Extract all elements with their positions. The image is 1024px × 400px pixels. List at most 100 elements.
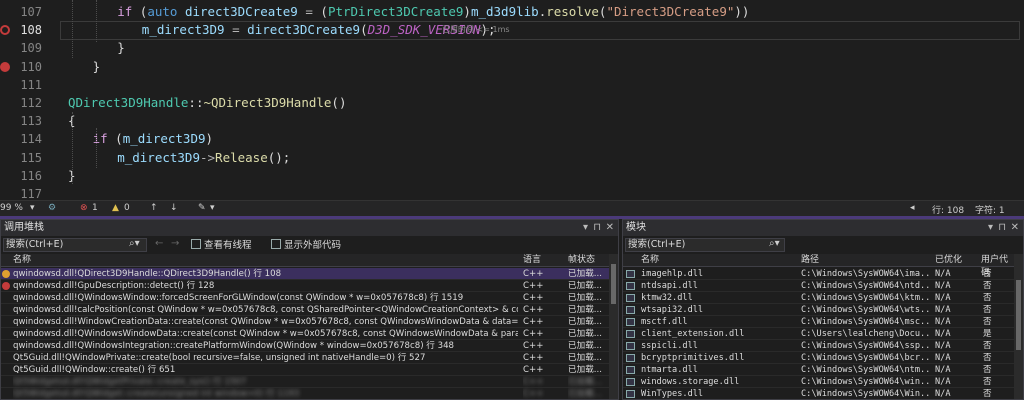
code-line[interactable]: 113{ [0, 112, 1024, 130]
code-editor[interactable]: 107 if (auto direct3DCreate9 = (PtrDirect… [0, 0, 1024, 200]
call-stack-row[interactable]: Qt5Widgetsd.dll!QWidget::create(unsigned… [1, 388, 609, 399]
module-row[interactable]: ntmarta.dll C:\Windows\SysWOW64\ntm... N/A… [623, 364, 1014, 376]
zoom-dropdown-icon[interactable]: ▾ [30, 203, 35, 213]
line-number[interactable]: 116 [0, 167, 42, 185]
code-text[interactable]: QDirect3D9Handle::~QDirect3D9Handle() [68, 94, 346, 112]
brush-dropdown-icon[interactable]: ▾ [210, 203, 215, 213]
show-external-code-button[interactable]: 显示外部代码 [271, 239, 341, 252]
col-name[interactable]: 名称 [641, 254, 659, 267]
modules-search-input[interactable]: 搜索(Ctrl+E) [625, 238, 785, 252]
code-text[interactable]: m_direct3D9->Release(); [117, 149, 290, 167]
call-stack-scrollbar[interactable] [609, 254, 618, 399]
brush-icon[interactable]: ✎ [198, 203, 206, 213]
code-token: = [224, 22, 248, 38]
cell-name: client_extension.dll [641, 329, 745, 339]
code-text[interactable]: } [117, 39, 125, 57]
code-text[interactable]: if (auto direct3DCreate9 = (PtrDirect3DC… [117, 3, 749, 21]
line-number[interactable]: 109 [0, 39, 42, 57]
pin-icon[interactable]: ⊓ [998, 220, 1006, 236]
dropdown-icon[interactable]: ▾ [583, 220, 588, 236]
code-line[interactable]: 110} [0, 58, 1024, 76]
cell-user: 否 [983, 269, 992, 279]
external-code-icon [271, 239, 281, 249]
error-icon[interactable]: ⊗ [80, 203, 88, 213]
close-icon[interactable]: ✕ [606, 220, 614, 236]
call-stack-row[interactable]: qwindowsd.dll!GpuDescription::detect() 行… [1, 280, 609, 292]
nav-down-icon[interactable]: ↓ [170, 203, 178, 213]
code-line[interactable]: 111 [0, 76, 1024, 94]
forward-arrow-icon[interactable]: → [171, 238, 179, 249]
col-frame-state[interactable]: 帧状态 [568, 254, 595, 267]
module-row[interactable]: sspicli.dll C:\Windows\SysWOW64\ssp... N/A… [623, 340, 1014, 352]
module-icon [626, 354, 635, 362]
call-stack-row[interactable]: Qt5Guid.dll!QWindowPrivate::create(bool … [1, 352, 609, 364]
col-language[interactable]: 语言 [523, 254, 541, 267]
code-line[interactable]: 114 if (m_direct3D9) [0, 130, 1024, 148]
line-number[interactable]: 113 [0, 112, 42, 130]
code-text[interactable]: } [93, 58, 101, 76]
cell-state: 已加载... [568, 281, 602, 291]
module-row[interactable]: ntdsapi.dll C:\Windows\SysWOW64\ntd... N/A… [623, 280, 1014, 292]
nav-up-icon[interactable]: ↑ [150, 203, 158, 213]
code-line[interactable]: 108 m_direct3D9 = direct3DCreate9(D3D_SDK… [0, 21, 1024, 39]
cell-name: qwindowsd.dll!QDirect3D9Handle::QDirect3… [13, 269, 282, 279]
code-text[interactable]: if (m_direct3D9) [93, 130, 213, 148]
cell-opt: N/A [935, 269, 951, 279]
call-stack-search-input[interactable]: 搜索(Ctrl+E) [3, 238, 147, 252]
call-stack-row[interactable]: qwindowsd.dll!QDirect3D9Handle::QDirect3… [1, 268, 609, 280]
back-arrow-icon[interactable]: ← [155, 238, 163, 249]
module-row[interactable]: wtsapi32.dll C:\Windows\SysWOW64\wts... N/… [623, 304, 1014, 316]
module-row[interactable]: imagehlp.dll C:\Windows\SysWOW64\ima... N/… [623, 268, 1014, 280]
line-number[interactable]: 114 [0, 130, 42, 148]
module-row[interactable]: WinTypes.dll C:\Windows\SysWOW64\Win... N/… [623, 388, 1014, 399]
cell-user: 否 [983, 389, 992, 399]
search-icon[interactable]: ⌕▾ [769, 238, 780, 249]
code-token: direct3DCreate9 [184, 4, 298, 19]
col-optimized[interactable]: 已优化 [935, 254, 962, 267]
modules-scrollbar[interactable] [1014, 254, 1023, 399]
code-line[interactable]: 107 if (auto direct3DCreate9 = (PtrDirect… [0, 3, 1024, 21]
code-line[interactable]: 112 QDirect3D9Handle::~QDirect3D9Handle() [0, 94, 1024, 112]
line-number[interactable]: 112 [0, 94, 42, 112]
module-icon [626, 294, 635, 302]
close-icon[interactable]: ✕ [1011, 220, 1019, 236]
intellicode-icon[interactable]: ⚙ [48, 203, 56, 213]
line-number[interactable]: 117 [0, 185, 42, 200]
call-stack-row[interactable]: qwindowsd.dll!QWindowsWindow::forcedScre… [1, 292, 609, 304]
cell-opt: N/A [935, 281, 951, 291]
zoom-level[interactable]: 99 % [0, 203, 23, 213]
call-stack-row[interactable]: qwindowsd.dll!calcPosition(const QWindow… [1, 304, 609, 316]
call-stack-row[interactable]: qwindowsd.dll!WindowCreationData::create… [1, 316, 609, 328]
call-stack-row[interactable]: Qt5Guid.dll!QWindow::create() 行 651 C++ 已加… [1, 364, 609, 376]
breakpoint-icon[interactable] [0, 61, 10, 72]
call-stack-row[interactable]: qwindowsd.dll!QWindowsWindowData::create… [1, 328, 609, 340]
col-path[interactable]: 路径 [801, 254, 819, 267]
line-number[interactable]: 111 [0, 76, 42, 94]
warning-icon[interactable]: ▲ [112, 203, 119, 213]
scrollbar-thumb[interactable] [1016, 280, 1021, 350]
code-line[interactable]: 109} [0, 39, 1024, 57]
line-number[interactable]: 115 [0, 149, 42, 167]
cell-opt: N/A [935, 389, 951, 399]
view-all-threads-button[interactable]: 查看有线程 [191, 239, 252, 252]
module-row[interactable]: msctf.dll C:\Windows\SysWOW64\msc... N/A 否 [623, 316, 1014, 328]
scroll-left-icon[interactable]: ◂ [910, 203, 915, 213]
col-name[interactable]: 名称 [13, 254, 31, 267]
module-row[interactable]: ktmw32.dll C:\Windows\SysWOW64\ktm... N/A 否 [623, 292, 1014, 304]
module-row[interactable]: bcryptprimitives.dll C:\Windows\SysWOW64\… [623, 352, 1014, 364]
cell-lang: C++ [523, 377, 544, 387]
line-number[interactable]: 107 [0, 3, 42, 21]
code-token: } [117, 40, 125, 56]
module-row[interactable]: client_extension.dll C:\Users\lealcheng\D… [623, 328, 1014, 340]
search-icon[interactable]: ⌕▾ [129, 238, 140, 249]
call-stack-row[interactable]: qwindowsd.dll!QWindowsIntegration::creat… [1, 340, 609, 352]
dropdown-icon[interactable]: ▾ [988, 220, 993, 236]
pin-icon[interactable]: ⊓ [593, 220, 601, 236]
scrollbar-thumb[interactable] [611, 264, 616, 304]
call-stack-row[interactable]: Qt5Widgetsd.dll!QWidgetPrivate::create_s… [1, 376, 609, 388]
cell-path: C:\Windows\SysWOW64\Win... [801, 389, 931, 399]
module-row[interactable]: windows.storage.dll C:\Windows\SysWOW64\w… [623, 376, 1014, 388]
code-line[interactable]: 116} [0, 167, 1024, 185]
code-line[interactable]: 117 [0, 185, 1024, 200]
code-line[interactable]: 115 m_direct3D9->Release(); [0, 149, 1024, 167]
